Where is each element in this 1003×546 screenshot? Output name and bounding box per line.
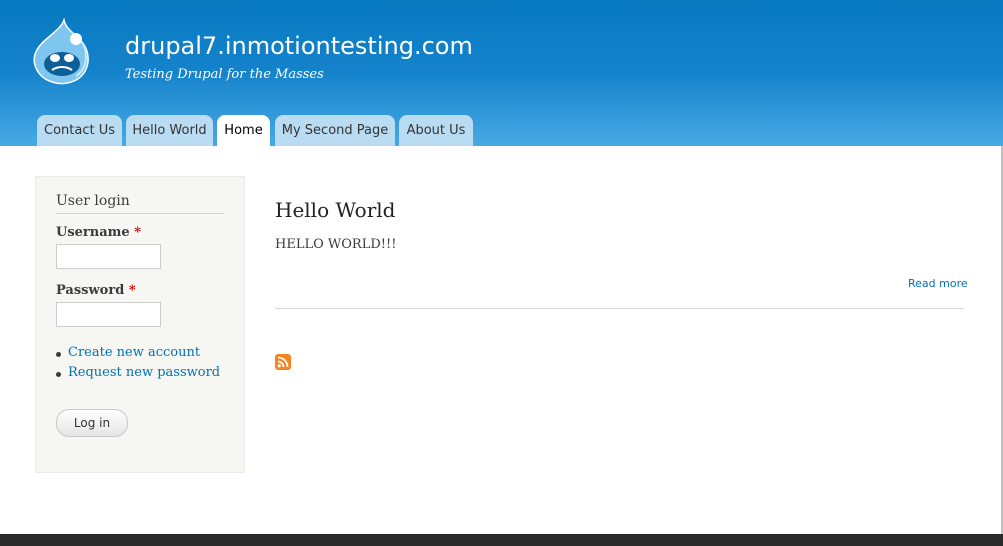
tab-hello-world[interactable]: Hello World bbox=[126, 115, 213, 146]
tab-contact-us[interactable]: Contact Us bbox=[37, 115, 122, 146]
block-title: User login bbox=[56, 193, 224, 214]
request-password-link[interactable]: Request new password bbox=[68, 365, 220, 380]
login-links: Create new account Request new password bbox=[56, 345, 220, 385]
node-body: HELLO WORLD!!! bbox=[275, 237, 397, 252]
password-label-text: Password bbox=[56, 283, 125, 298]
site-header: drupal7.inmotiontesting.com Testing Drup… bbox=[0, 0, 1003, 146]
list-item: Create new account bbox=[56, 345, 220, 365]
drupal-drop-logo-icon[interactable] bbox=[30, 18, 94, 86]
site-slogan: Testing Drupal for the Masses bbox=[125, 67, 324, 82]
site-footer bbox=[0, 534, 1003, 546]
tab-my-second-page[interactable]: My Second Page bbox=[275, 115, 395, 146]
tab-about-us[interactable]: About Us bbox=[399, 115, 473, 146]
log-in-button[interactable]: Log in bbox=[56, 409, 128, 437]
password-input[interactable] bbox=[56, 302, 161, 327]
create-account-link[interactable]: Create new account bbox=[68, 345, 200, 360]
node-title[interactable]: Hello World bbox=[275, 198, 395, 222]
content-divider bbox=[275, 308, 964, 309]
username-label-text: Username bbox=[56, 225, 130, 240]
rss-feed-icon[interactable] bbox=[275, 354, 291, 370]
required-marker: * bbox=[128, 283, 136, 298]
site-name[interactable]: drupal7.inmotiontesting.com bbox=[125, 32, 473, 60]
read-more-link[interactable]: Read more bbox=[908, 277, 968, 290]
list-item: Request new password bbox=[56, 365, 220, 385]
username-label: Username * bbox=[56, 225, 141, 240]
tab-home[interactable]: Home bbox=[217, 115, 270, 146]
password-label: Password * bbox=[56, 283, 136, 298]
username-input[interactable] bbox=[56, 244, 161, 269]
user-login-block: User login Username * Password * Create … bbox=[35, 176, 245, 473]
required-marker: * bbox=[134, 225, 142, 240]
